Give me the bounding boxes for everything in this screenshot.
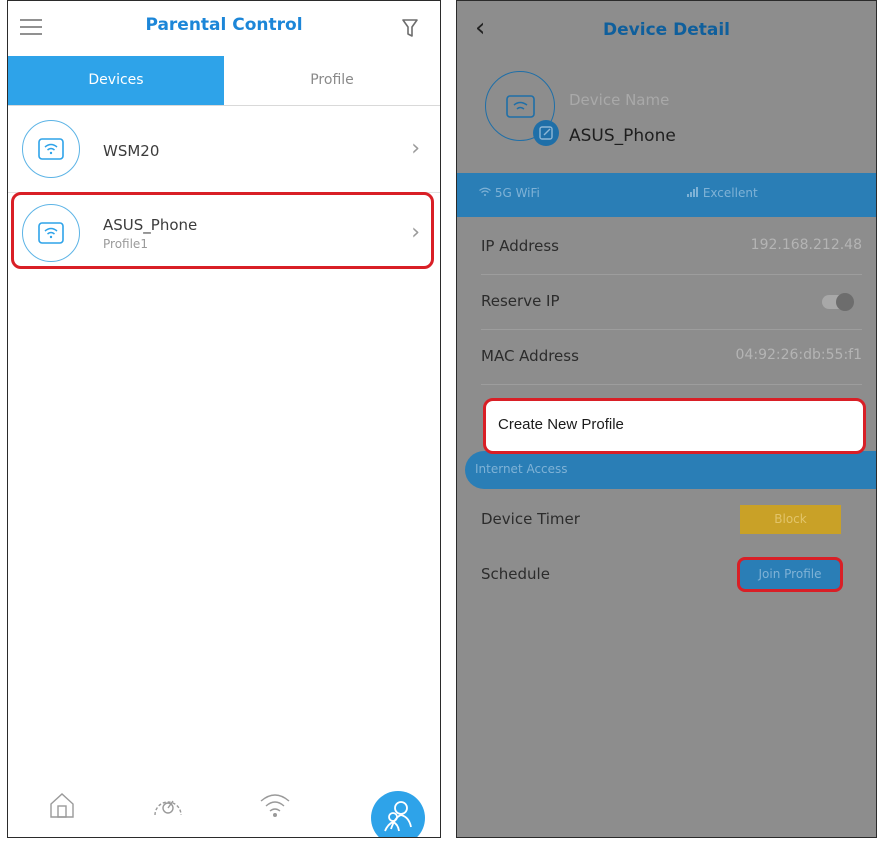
top-bar: Parental Control <box>8 1 440 56</box>
tab-profile[interactable]: Profile <box>224 56 440 105</box>
edit-icon[interactable] <box>533 120 559 146</box>
wifi-icon[interactable] <box>258 791 292 823</box>
device-name: WSM20 <box>103 142 160 160</box>
parental-control-screen: Parental Control Devices Profile WSM20 ›… <box>7 0 441 838</box>
ip-address-value: 192.168.212.48 <box>750 237 862 253</box>
parental-icon <box>384 801 412 832</box>
join-profile-button[interactable]: Join Profile <box>737 557 843 592</box>
ip-address-row: IP Address 192.168.212.48 <box>481 220 862 275</box>
chevron-right-icon: › <box>411 136 420 161</box>
device-timer-label: Device Timer <box>481 510 580 528</box>
page-title: Device Detail <box>603 20 730 40</box>
internet-access-header: Internet Access <box>465 451 876 489</box>
parental-tab-button[interactable] <box>371 791 425 837</box>
create-new-profile-option[interactable]: Create New Profile <box>483 398 866 454</box>
reserve-ip-row: Reserve IP <box>481 275 862 330</box>
connection-band: 5G WiFi Excellent <box>457 173 876 217</box>
reserve-ip-toggle[interactable] <box>822 293 854 311</box>
signal-label: Excellent <box>687 186 758 200</box>
wifi-icon <box>479 187 491 196</box>
schedule-label: Schedule <box>481 565 550 583</box>
highlight-box <box>11 192 434 269</box>
mac-address-row: MAC Address 04:92:26:db:55:f1 <box>481 330 862 385</box>
tab-bar: Devices Profile <box>8 56 440 106</box>
speedometer-icon[interactable] <box>151 791 185 823</box>
filter-icon[interactable] <box>402 18 418 42</box>
bottom-nav <box>8 779 440 837</box>
signal-icon <box>687 187 698 197</box>
device-detail-screen: ‹ Device Detail Device Name ASUS_Phone 5… <box>456 0 877 838</box>
mac-address-value: 04:92:26:db:55:f1 <box>735 347 862 363</box>
device-name-value[interactable]: ASUS_Phone <box>569 126 676 146</box>
page-title: Parental Control <box>145 15 303 35</box>
home-icon[interactable] <box>48 791 76 823</box>
device-item-wsm20[interactable]: WSM20 › <box>8 106 440 193</box>
tab-devices[interactable]: Devices <box>8 56 224 105</box>
top-bar: ‹ Device Detail <box>457 1 876 61</box>
device-name-label: Device Name <box>569 91 670 109</box>
block-button[interactable]: Block <box>740 505 841 534</box>
wifi-band-label: 5G WiFi <box>479 186 540 200</box>
device-icon <box>22 120 80 178</box>
